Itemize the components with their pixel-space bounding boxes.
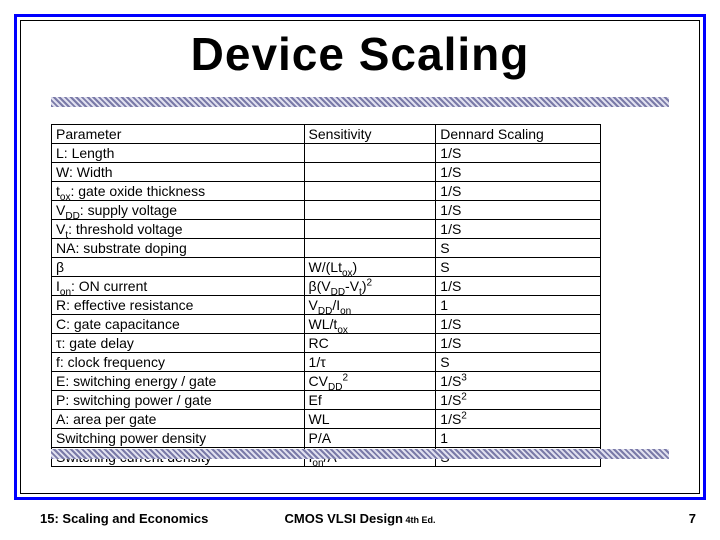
cell-sensitivity <box>304 182 436 201</box>
slide-title: Device Scaling <box>21 27 699 81</box>
cell-parameter: VDD: supply voltage <box>52 201 305 220</box>
cell-sensitivity: CVDD2 <box>304 372 436 391</box>
footer-center: CMOS VLSI Design 4th Ed. <box>0 511 720 526</box>
header-dennard: Dennard Scaling <box>436 125 601 144</box>
cell-parameter: P: switching power / gate <box>52 391 305 410</box>
table-row: Parameter Sensitivity Dennard Scaling <box>52 125 601 144</box>
cell-sensitivity: VDD/Ion <box>304 296 436 315</box>
cell-sensitivity <box>304 163 436 182</box>
cell-sensitivity: WL <box>304 410 436 429</box>
cell-dennard: 1/S <box>436 220 601 239</box>
cell-dennard: 1/S2 <box>436 410 601 429</box>
cell-sensitivity <box>304 220 436 239</box>
cell-parameter: β <box>52 258 305 277</box>
scaling-table-body: Parameter Sensitivity Dennard Scaling L:… <box>52 125 601 467</box>
cell-dennard: 1/S <box>436 182 601 201</box>
table-row: R: effective resistanceVDD/Ion1 <box>52 296 601 315</box>
cell-dennard: 1/S2 <box>436 391 601 410</box>
cell-dennard: S <box>436 353 601 372</box>
table-row: Switching power densityP/A1 <box>52 429 601 448</box>
cell-sensitivity: β(VDD-Vt)2 <box>304 277 436 296</box>
cell-dennard: S <box>436 239 601 258</box>
horizontal-rule-top <box>51 97 669 107</box>
cell-parameter: W: Width <box>52 163 305 182</box>
table-row: L: Length 1/S <box>52 144 601 163</box>
cell-sensitivity: WL/tox <box>304 315 436 334</box>
table-row: VDD: supply voltage 1/S <box>52 201 601 220</box>
cell-dennard: 1/S <box>436 201 601 220</box>
cell-parameter: Switching power density <box>52 429 305 448</box>
cell-sensitivity: W/(Ltox) <box>304 258 436 277</box>
cell-parameter: E: switching energy / gate <box>52 372 305 391</box>
cell-dennard: 1/S <box>436 277 601 296</box>
cell-sensitivity <box>304 144 436 163</box>
table-row: E: switching energy / gateCVDD21/S3 <box>52 372 601 391</box>
scaling-table: Parameter Sensitivity Dennard Scaling L:… <box>51 124 601 467</box>
header-sensitivity: Sensitivity <box>304 125 436 144</box>
table-row: P: switching power / gateEf1/S2 <box>52 391 601 410</box>
cell-dennard: S <box>436 258 601 277</box>
cell-parameter: Vt: threshold voltage <box>52 220 305 239</box>
scaling-table-container: Parameter Sensitivity Dennard Scaling L:… <box>51 124 601 467</box>
cell-parameter: R: effective resistance <box>52 296 305 315</box>
table-row: A: area per gateWL1/S2 <box>52 410 601 429</box>
footer-page-number: 7 <box>689 511 696 526</box>
cell-sensitivity <box>304 239 436 258</box>
cell-sensitivity: P/A <box>304 429 436 448</box>
cell-dennard: 1/S <box>436 334 601 353</box>
cell-dennard: 1 <box>436 296 601 315</box>
table-row: Ion: ON currentβ(VDD-Vt)21/S <box>52 277 601 296</box>
table-row: βW/(Ltox)S <box>52 258 601 277</box>
footer-center-main: CMOS VLSI Design <box>285 511 403 526</box>
cell-sensitivity: RC <box>304 334 436 353</box>
cell-parameter: Ion: ON current <box>52 277 305 296</box>
slide: Device Scaling Parameter Sensitivity Den… <box>0 0 720 540</box>
table-row: C: gate capacitanceWL/tox1/S <box>52 315 601 334</box>
table-row: W: Width 1/S <box>52 163 601 182</box>
cell-parameter: tox: gate oxide thickness <box>52 182 305 201</box>
cell-dennard: 1/S <box>436 163 601 182</box>
horizontal-rule-bottom <box>51 449 669 459</box>
cell-parameter: L: Length <box>52 144 305 163</box>
cell-dennard: 1 <box>436 429 601 448</box>
cell-dennard: 1/S3 <box>436 372 601 391</box>
table-row: Vt: threshold voltage 1/S <box>52 220 601 239</box>
cell-sensitivity <box>304 201 436 220</box>
table-row: τ: gate delayRC1/S <box>52 334 601 353</box>
header-parameter: Parameter <box>52 125 305 144</box>
cell-parameter: C: gate capacitance <box>52 315 305 334</box>
cell-parameter: A: area per gate <box>52 410 305 429</box>
cell-parameter: τ: gate delay <box>52 334 305 353</box>
table-row: NA: substrate doping S <box>52 239 601 258</box>
inner-border: Device Scaling Parameter Sensitivity Den… <box>20 20 700 494</box>
cell-sensitivity: Ef <box>304 391 436 410</box>
cell-parameter: NA: substrate doping <box>52 239 305 258</box>
table-row: tox: gate oxide thickness 1/S <box>52 182 601 201</box>
outer-border: Device Scaling Parameter Sensitivity Den… <box>14 14 706 500</box>
table-row: f: clock frequency1/τS <box>52 353 601 372</box>
cell-parameter: f: clock frequency <box>52 353 305 372</box>
cell-dennard: 1/S <box>436 315 601 334</box>
footer-edition: 4th Ed. <box>403 515 436 525</box>
cell-dennard: 1/S <box>436 144 601 163</box>
cell-sensitivity: 1/τ <box>304 353 436 372</box>
